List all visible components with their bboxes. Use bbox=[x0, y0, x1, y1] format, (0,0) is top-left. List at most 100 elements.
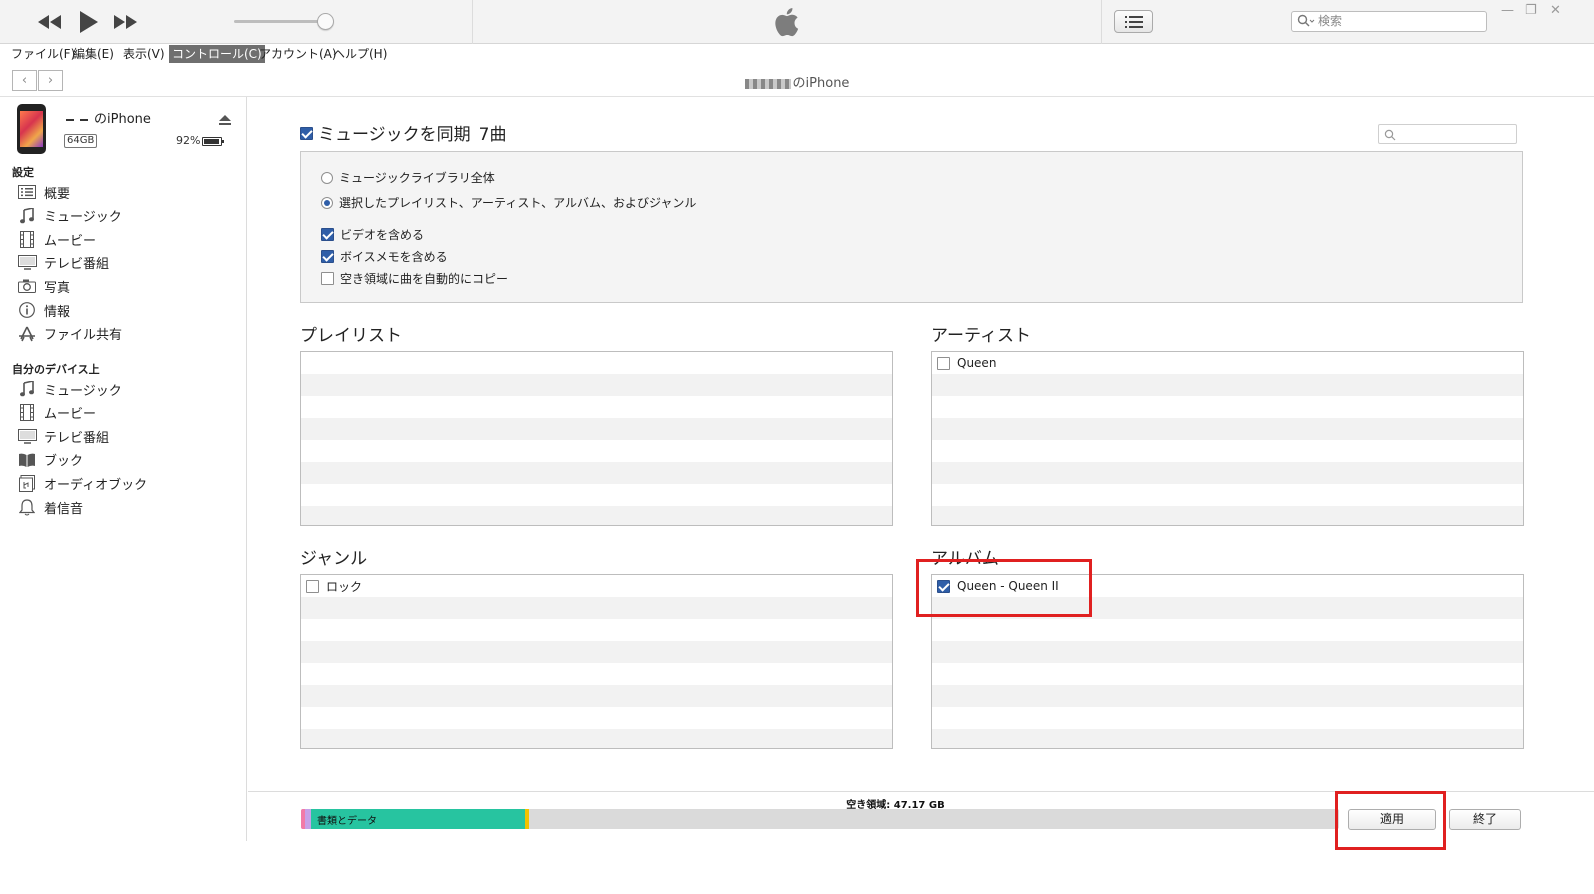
capacity-bar-area: 書類とデータ 空き領域: 47.17 GB 適用 終了 bbox=[248, 791, 1594, 850]
radio-selected-items[interactable] bbox=[321, 196, 333, 209]
done-button[interactable]: 終了 bbox=[1449, 809, 1521, 830]
option-entire-library[interactable]: ミュージックライブラリ全体 bbox=[321, 169, 495, 186]
minimize-button[interactable]: — bbox=[1501, 3, 1514, 18]
search-icon bbox=[1384, 129, 1396, 141]
autofill-checkbox[interactable] bbox=[321, 272, 334, 285]
highlight-box-apply bbox=[1335, 791, 1446, 850]
sidebar-item-label: オーディオブック bbox=[44, 477, 148, 493]
sidebar-item-settings-4[interactable]: 写真 bbox=[17, 275, 237, 297]
sidebar: のiPhone 64GB 92% 設定 概要 ミュージック ムービー テレビ番組 写真情… bbox=[0, 97, 247, 841]
sidebar-item-label: テレビ番組 bbox=[44, 257, 110, 273]
battery-icon bbox=[202, 136, 225, 146]
sidebar-item-settings-5[interactable]: 情報 bbox=[17, 299, 237, 321]
sidebar-item-device-2[interactable]: テレビ番組 bbox=[17, 425, 237, 447]
menu-account[interactable]: アカウント(A) bbox=[256, 45, 340, 63]
sidebar-item-label: ファイル共有 bbox=[44, 328, 123, 344]
sidebar-item-device-5[interactable]: 着信音 bbox=[17, 496, 237, 518]
sidebar-item-label: ムービー bbox=[44, 407, 97, 423]
genres-list[interactable]: ロック bbox=[300, 574, 893, 749]
search-input[interactable]: 検索 bbox=[1291, 11, 1487, 32]
book-icon bbox=[17, 451, 37, 469]
tv-icon bbox=[17, 427, 37, 445]
sidebar-item-settings-1[interactable]: ミュージック bbox=[17, 205, 237, 227]
bell-icon bbox=[17, 498, 37, 516]
sidebar-item-device-3[interactable]: ブック bbox=[17, 449, 237, 471]
option-autofill[interactable]: 空き領域に曲を自動的にコピー bbox=[321, 270, 508, 287]
on-device-header: 自分のデバイス上 bbox=[12, 363, 100, 376]
settings-header: 設定 bbox=[12, 166, 34, 179]
menu-bar: ファイル(F) 編集(E) 表示(V) コントロール(C) アカウント(A) ヘ… bbox=[0, 44, 1594, 64]
sidebar-item-label: 着信音 bbox=[44, 501, 84, 517]
menu-view[interactable]: 表示(V) bbox=[120, 45, 168, 63]
storage-segment-label: 書類とデータ bbox=[317, 816, 377, 827]
artist-checkbox[interactable] bbox=[937, 356, 950, 370]
sidebar-item-settings-2[interactable]: ムービー bbox=[17, 228, 237, 250]
maximize-button[interactable]: ❐ bbox=[1525, 3, 1537, 18]
filter-search-input[interactable] bbox=[1378, 124, 1517, 144]
film-icon bbox=[17, 404, 37, 422]
sidebar-item-settings-6[interactable]: ファイル共有 bbox=[17, 323, 237, 345]
audiobook-icon bbox=[17, 474, 37, 492]
rewind-icon bbox=[38, 15, 61, 29]
play-button[interactable] bbox=[74, 8, 104, 36]
list-view-button[interactable] bbox=[1114, 10, 1153, 33]
battery-status: 92% bbox=[176, 134, 225, 147]
app-store-icon bbox=[17, 325, 37, 343]
fast-forward-button[interactable] bbox=[110, 8, 140, 36]
sidebar-item-label: 情報 bbox=[44, 304, 71, 320]
sidebar-item-device-4[interactable]: オーディオブック bbox=[17, 472, 237, 494]
include-videos-checkbox[interactable] bbox=[321, 228, 334, 241]
sidebar-item-label: テレビ番組 bbox=[44, 430, 110, 446]
option-include-videos[interactable]: ビデオを含める bbox=[321, 226, 424, 243]
apple-logo bbox=[773, 7, 799, 41]
sync-music-toggle[interactable]: ミュージックを同期 7曲 bbox=[300, 120, 507, 145]
fast-forward-icon bbox=[114, 15, 137, 29]
include-voice-memos-checkbox[interactable] bbox=[321, 250, 334, 263]
sidebar-item-label: 概要 bbox=[44, 186, 71, 202]
song-count: 7曲 bbox=[478, 125, 507, 145]
playlists-list[interactable] bbox=[300, 351, 893, 526]
player-toolbar: 検索 — ❐ ✕ bbox=[0, 0, 1594, 44]
navigation-bar: ‹ › のiPhone bbox=[0, 64, 1594, 97]
sidebar-item-label: ムービー bbox=[44, 233, 97, 249]
sidebar-item-label: 写真 bbox=[44, 280, 71, 296]
menu-help[interactable]: ヘルプ(H) bbox=[330, 45, 390, 63]
option-selected-items[interactable]: 選択したプレイリスト、アーティスト、アルバム、およびジャンル bbox=[321, 194, 696, 211]
sidebar-item-device-0[interactable]: ミュージック bbox=[17, 378, 237, 400]
capacity-badge: 64GB bbox=[64, 134, 98, 148]
list-item[interactable]: Queen bbox=[932, 352, 1523, 374]
eject-icon[interactable] bbox=[219, 111, 231, 130]
sidebar-item-label: ミュージック bbox=[44, 383, 122, 399]
sync-music-checkbox[interactable] bbox=[300, 127, 313, 140]
volume-knob[interactable] bbox=[317, 13, 334, 30]
list-item[interactable]: ロック bbox=[301, 575, 892, 597]
menu-file[interactable]: ファイル(F) bbox=[8, 45, 78, 63]
option-include-voice-memos[interactable]: ボイスメモを含める bbox=[321, 248, 448, 265]
close-button[interactable]: ✕ bbox=[1550, 3, 1561, 18]
sidebar-item-device-1[interactable]: ムービー bbox=[17, 402, 237, 424]
device-name[interactable]: のiPhone bbox=[66, 108, 151, 127]
highlight-box-album bbox=[916, 559, 1092, 617]
menu-edit[interactable]: 編集(E) bbox=[70, 45, 117, 63]
toolbar-divider bbox=[472, 0, 473, 44]
film-icon bbox=[17, 230, 37, 248]
radio-entire-library[interactable] bbox=[321, 171, 333, 184]
genres-title: ジャンル bbox=[300, 549, 368, 569]
redacted-name bbox=[66, 118, 74, 121]
artists-list[interactable]: Queen bbox=[931, 351, 1524, 526]
sidebar-item-settings-0[interactable]: 概要 bbox=[17, 181, 237, 203]
volume-slider[interactable] bbox=[234, 20, 326, 23]
tv-icon bbox=[17, 254, 37, 272]
device-title: のiPhone bbox=[0, 72, 1594, 91]
sidebar-item-settings-3[interactable]: テレビ番組 bbox=[17, 252, 237, 274]
rewind-button[interactable] bbox=[35, 8, 65, 36]
sidebar-item-label: ミュージック bbox=[44, 210, 122, 226]
menu-controls[interactable]: コントロール(C) bbox=[169, 45, 265, 63]
storage-capacity-bar[interactable]: 書類とデータ bbox=[301, 809, 1339, 829]
genre-checkbox[interactable] bbox=[306, 579, 319, 593]
playlists-title: プレイリスト bbox=[300, 326, 402, 346]
sync-options-panel: ミュージックライブラリ全体 選択したプレイリスト、アーティスト、アルバム、および… bbox=[300, 151, 1523, 303]
redacted-name bbox=[80, 118, 88, 121]
camera-icon bbox=[17, 277, 37, 295]
music-sync-pane: ミュージックを同期 7曲 ミュージックライブラリ全体 選択したプレイリスト、アーテ… bbox=[248, 97, 1594, 791]
